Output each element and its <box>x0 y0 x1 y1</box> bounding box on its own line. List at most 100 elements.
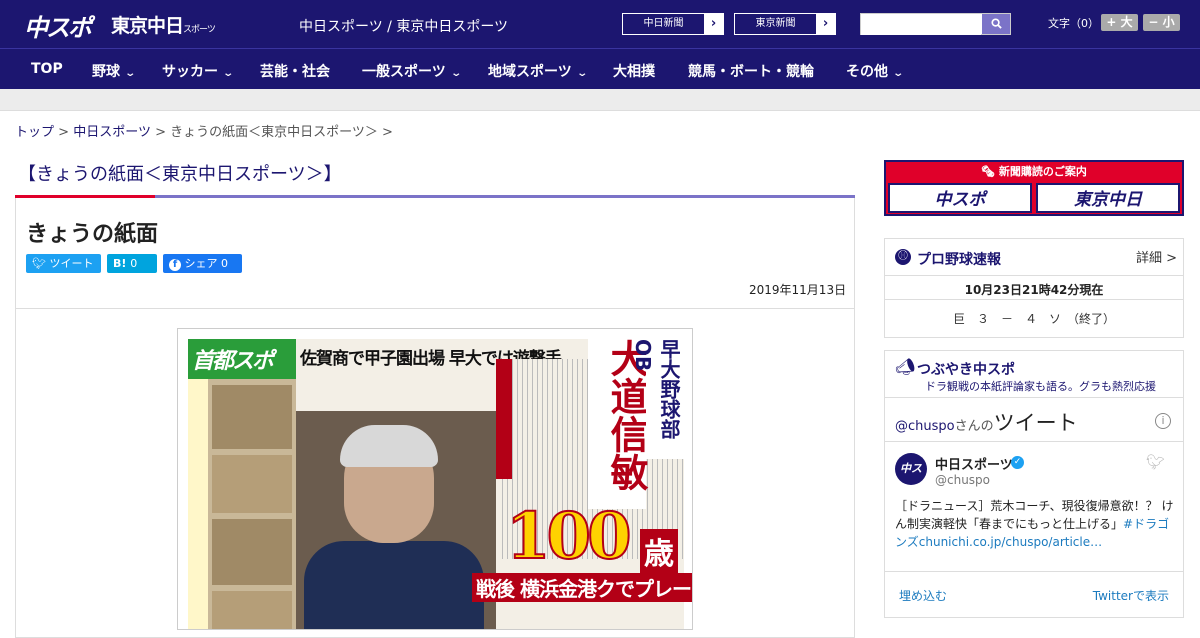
twitter-bird-icon: 🐦︎ <box>32 257 46 270</box>
search-icon <box>990 18 1002 29</box>
ob-label: 早大野球部OB <box>631 339 684 459</box>
verified-badge-icon: ✓ <box>1011 456 1024 469</box>
chevron-right-icon: › <box>816 14 835 34</box>
portrait-hair <box>340 425 438 467</box>
breadcrumb-current: きょうの紙面＜東京中日スポーツ＞ <box>170 125 378 140</box>
nav-item-regional-sports[interactable]: 地域スポーツ ⌄ <box>488 61 588 81</box>
twitter-widget-title: つぶやき中スポ <box>917 362 1015 378</box>
nav-label: 地域スポーツ <box>488 64 572 80</box>
nav-label: サッカー <box>162 64 218 80</box>
chevron-down-icon: ⌄ <box>124 68 137 79</box>
tokyo-chunichi-logo-text: 東京中日 <box>111 15 184 37</box>
twitter-widget-subtitle: ドラ観戦の本紙評論家も語る。グラも熱烈応援 <box>925 380 1156 393</box>
baseball-detail-link[interactable]: 詳細 > <box>1136 247 1177 266</box>
page-title: きょうの紙面 <box>26 222 159 247</box>
tokyo-chunichi-logo-sub: スポーツ <box>183 25 216 35</box>
baseball-score-box: ⚾︎ プロ野球速報 詳細 > 10月23日21時42分現在 巨 ３ － ４ ソ … <box>884 238 1184 338</box>
twitter-handle-link[interactable]: @chuspo <box>895 419 955 434</box>
main-nav: TOP 野球 ⌄ サッカー ⌄ 芸能・社会 一般スポーツ ⌄ 地域スポーツ ⌄ 大相撲 … <box>0 48 1200 89</box>
nav-item-baseball[interactable]: 野球 ⌄ <box>92 61 137 81</box>
font-smaller-button[interactable]: − 小 <box>1143 14 1180 31</box>
font-larger-button[interactable]: + 大 <box>1101 14 1138 31</box>
site-name[interactable]: 中日スポーツ / 東京中日スポーツ <box>299 16 508 36</box>
chevron-right-icon: › <box>704 14 723 34</box>
side-column <box>188 379 208 629</box>
chevron-down-icon: ⌄ <box>892 68 905 79</box>
embed-link[interactable]: 埋め込む <box>899 587 947 604</box>
breadcrumb-sep: > <box>58 125 70 140</box>
subscription-header-text: 新聞購読のご案内 <box>998 165 1087 178</box>
view-on-twitter-link[interactable]: Twitterで表示 <box>1093 587 1169 604</box>
tweet-label: ツイート <box>49 257 94 270</box>
portrait-coat <box>304 541 484 629</box>
facebook-share-label: シェア <box>184 257 218 270</box>
newspaper-icon: 🗞︎ <box>981 165 996 178</box>
article-date: 2019年11月13日 <box>749 283 847 297</box>
search-input[interactable] <box>861 15 981 35</box>
chevron-down-icon: ⌄ <box>222 68 235 79</box>
hundred-headline: 100 <box>505 498 633 575</box>
chunichi-shimbun-label: 中日新聞 <box>643 18 684 29</box>
nav-label: 野球 <box>92 64 120 80</box>
hatena-label: B! <box>113 257 127 270</box>
twitter-widget: 📣︎ つぶやき中スポ ドラ観戦の本紙評論家も語る。グラも熱烈応援 @chuspo… <box>884 350 1184 618</box>
bottom-headline: 戦後 横浜金港クでプレー <box>472 573 692 602</box>
facebook-share-button[interactable]: f シェア 0 <box>163 254 242 273</box>
section-title: 【きょうの紙面＜東京中日スポーツ＞】 <box>18 164 342 185</box>
info-icon[interactable]: i <box>1155 413 1171 429</box>
nav-label: 一般スポーツ <box>362 64 446 80</box>
newspaper-front-page-image[interactable]: 首都スポ 佐賀商で甲子園出場 早大では遊撃手 大道信敏 早大野球部OB 100 … <box>177 328 693 630</box>
tweet-button[interactable]: 🐦︎ ツイート <box>26 254 101 273</box>
subscribe-tokyo-chunichi-button[interactable]: 東京中日 <box>1036 183 1180 213</box>
nav-item-general-sports[interactable]: 一般スポーツ ⌄ <box>362 61 462 81</box>
breadcrumb-section[interactable]: 中日スポーツ <box>73 125 151 140</box>
hatena-bookmark-button[interactable]: B! 0 <box>107 254 157 273</box>
nav-item-soccer[interactable]: サッカー ⌄ <box>162 61 235 81</box>
twitter-bird-icon[interactable]: 🐦︎ <box>1146 453 1165 471</box>
subscribe-chuspo-button[interactable]: 中スポ <box>888 183 1032 213</box>
nav-item-entertainment[interactable]: 芸能・社会 <box>260 61 330 81</box>
nav-label: TOP <box>31 61 63 77</box>
masthead: 首都スポ <box>188 339 296 379</box>
facebook-count: 0 <box>221 257 228 270</box>
archive-photo <box>212 519 292 585</box>
front-page: 首都スポ 佐賀商で甲子園出場 早大では遊撃手 大道信敏 早大野球部OB 100 … <box>188 339 692 629</box>
red-tagline <box>496 359 512 479</box>
avatar[interactable]: 中ス <box>895 453 927 485</box>
baseball-score-line[interactable]: 巨 ３ － ４ ソ （終了） <box>885 299 1183 327</box>
masthead-text: 首都スポ <box>192 349 274 374</box>
nav-item-sumo[interactable]: 大相撲 <box>613 61 655 81</box>
chunichi-shimbun-link[interactable]: 中日新聞 › <box>622 13 724 35</box>
tweets-label: ツイート <box>993 411 1078 435</box>
nav-label: 競馬・ボート・競輪 <box>688 64 814 80</box>
baseball-updated: 10月23日21時42分現在 <box>885 275 1183 298</box>
nav-label: 大相撲 <box>613 64 655 80</box>
top-header: 中スポ 東京中日スポーツ 中日スポーツ / 東京中日スポーツ 中日新聞 › 東京… <box>0 0 1200 48</box>
tweet-author-name[interactable]: 中日スポーツ <box>935 454 1013 473</box>
breadcrumb-home[interactable]: トップ <box>15 125 54 140</box>
tokyo-chunichi-logo[interactable]: 東京中日スポーツ <box>111 11 216 38</box>
breadcrumb-sep: > <box>382 125 393 140</box>
tokyo-shimbun-label: 東京新聞 <box>755 18 796 29</box>
archive-photo <box>212 455 292 513</box>
subscription-header: 🗞︎ 新聞購読のご案内 <box>886 163 1182 179</box>
font-size-label: 文字（0） <box>1048 17 1099 30</box>
facebook-icon: f <box>169 259 181 271</box>
header-band <box>0 89 1200 111</box>
archive-photo <box>212 385 292 449</box>
nav-item-other[interactable]: その他 ⌄ <box>846 61 905 81</box>
baseball-icon: ⚾︎ <box>895 249 911 265</box>
megaphone-icon: 📣︎ <box>895 357 916 376</box>
subscription-banner: 🗞︎ 新聞購読のご案内 中スポ 東京中日 <box>884 160 1184 216</box>
divider <box>16 308 854 309</box>
tokyo-shimbun-link[interactable]: 東京新聞 › <box>734 13 836 35</box>
twitter-handle-suffix: さんの <box>954 419 994 434</box>
sai-headline: 歳 <box>640 529 678 573</box>
archive-photo <box>212 591 292 629</box>
search-button[interactable] <box>982 14 1010 34</box>
tweet-author-handle[interactable]: @chuspo <box>935 473 990 487</box>
nav-item-top[interactable]: TOP <box>31 61 63 77</box>
nav-item-keiba[interactable]: 競馬・ボート・競輪 <box>688 61 814 81</box>
chuspo-logo[interactable]: 中スポ <box>24 8 92 43</box>
nav-label: その他 <box>846 64 888 80</box>
